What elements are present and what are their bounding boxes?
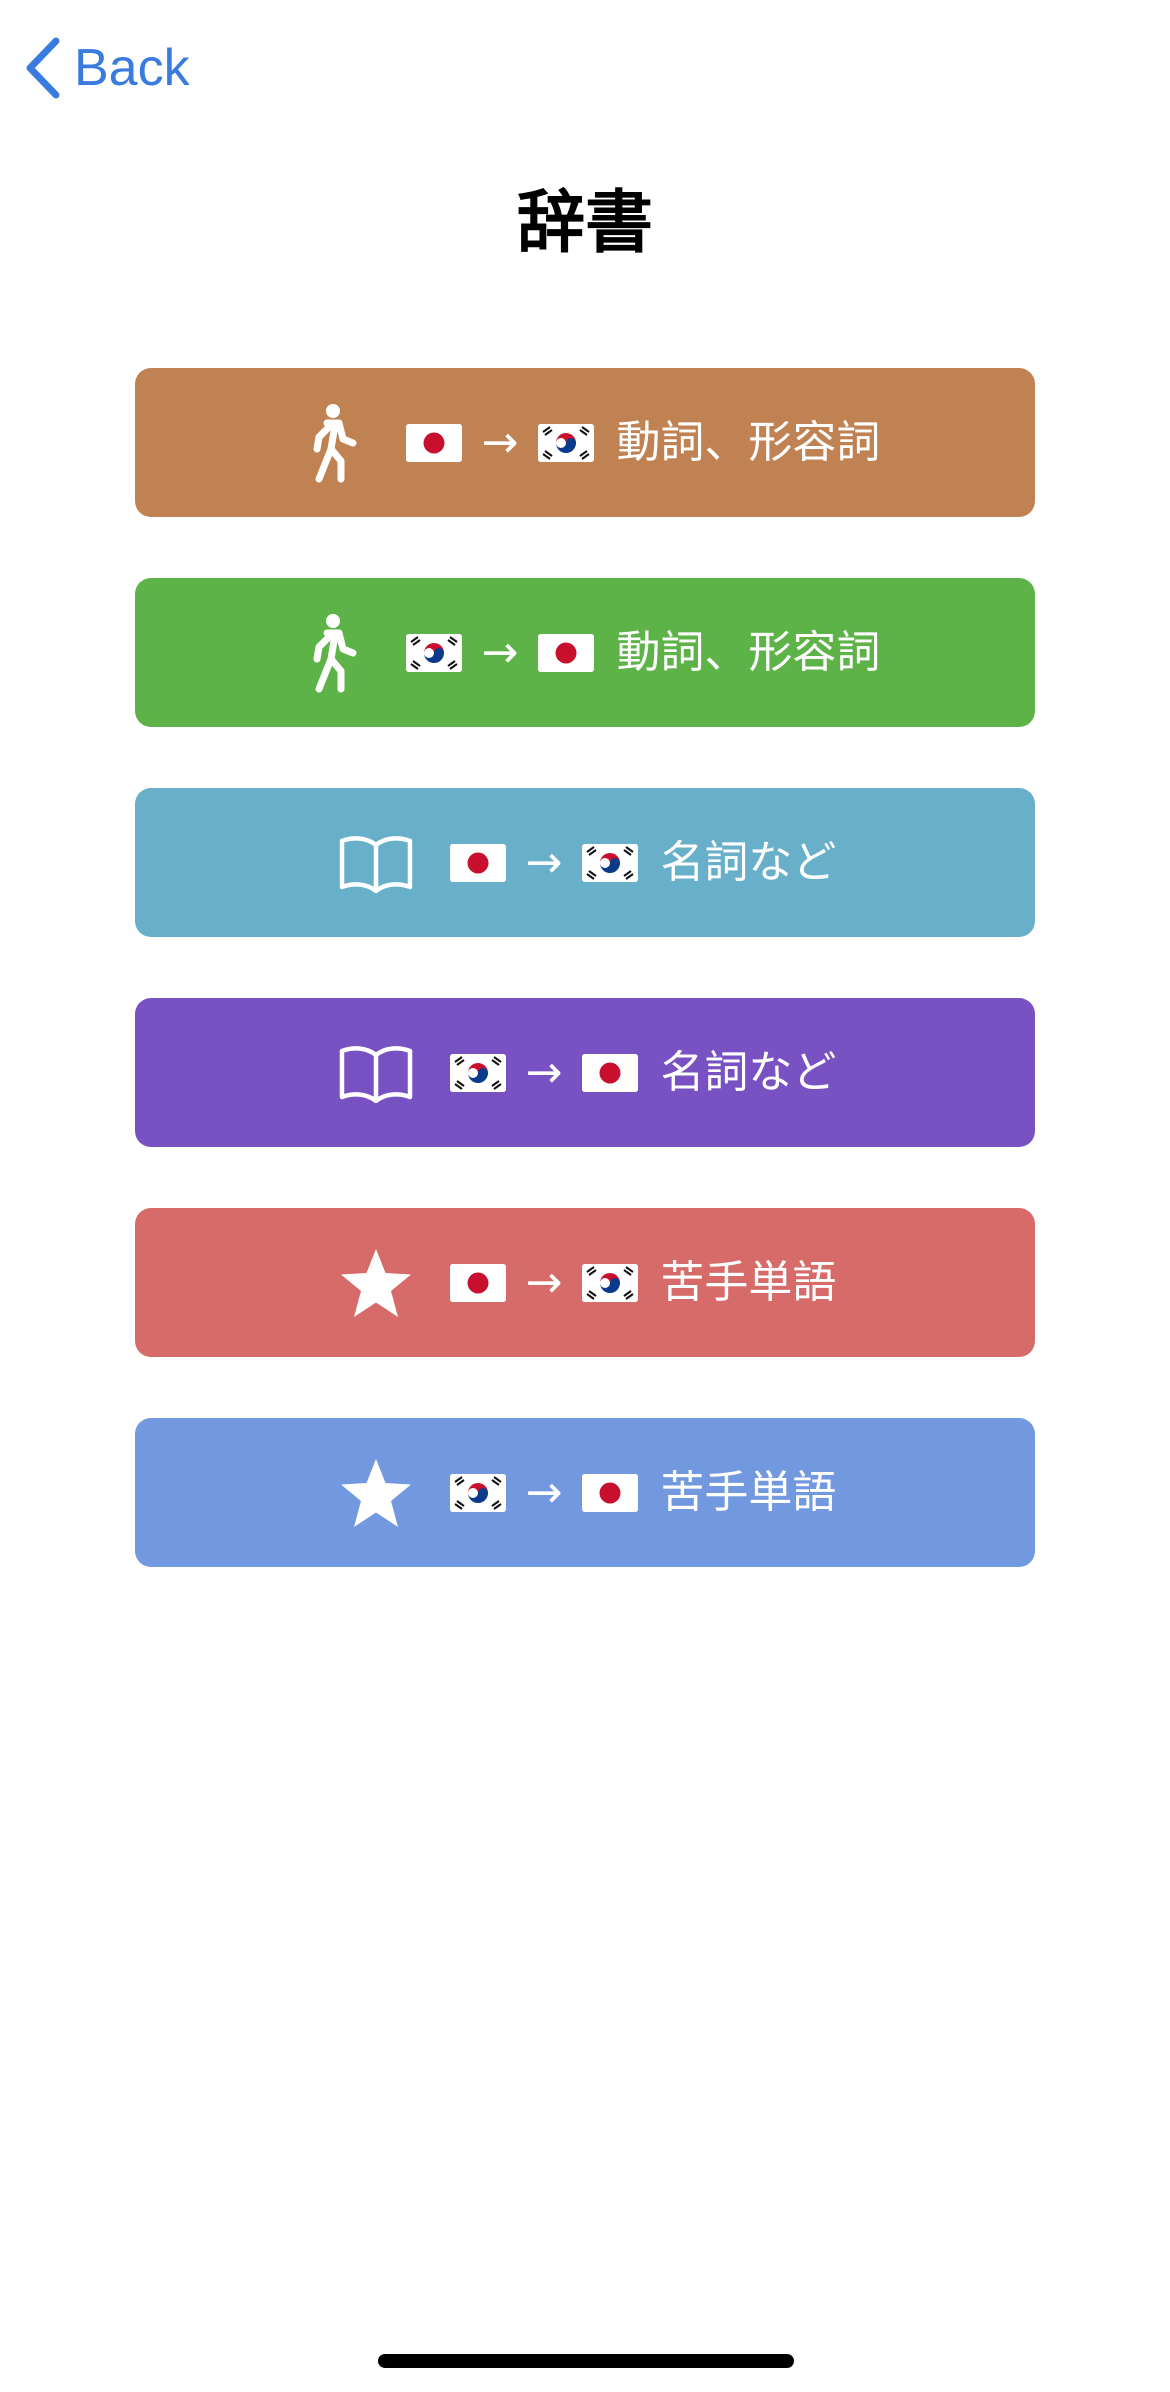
arrow-right-icon: →	[525, 1046, 563, 1098]
arrow-right-icon: →	[525, 836, 563, 888]
arrow-right-icon: →	[481, 416, 519, 468]
japan-flag-icon	[582, 1053, 639, 1092]
korea-flag-icon	[582, 1263, 639, 1302]
menu-item-label: 動詞、形容詞	[616, 626, 881, 678]
japan-flag-icon	[582, 1473, 639, 1512]
japan-flag-icon	[449, 1263, 506, 1302]
japan-flag-icon	[538, 633, 595, 672]
menu-item-label: 名詞など	[660, 1046, 837, 1098]
dictionary-menu-button[interactable]: → 名詞など	[135, 998, 1035, 1147]
arrow-right-icon: →	[525, 1466, 563, 1518]
chevron-left-icon	[24, 37, 62, 99]
walking-person-icon	[290, 401, 374, 485]
menu-item-label: 苦手単語	[660, 1256, 837, 1308]
korea-flag-icon	[449, 1053, 506, 1092]
japan-flag-icon	[449, 843, 506, 882]
walking-person-icon	[290, 611, 374, 695]
korea-flag-icon	[538, 423, 595, 462]
menu-item-label: 名詞など	[660, 836, 837, 888]
dictionary-menu-button[interactable]: → 名詞など	[135, 788, 1035, 937]
dictionary-menu-button[interactable]: → 苦手単語	[135, 1208, 1035, 1357]
japan-flag-icon	[405, 423, 462, 462]
star-icon	[334, 1241, 418, 1325]
back-button[interactable]: Back	[24, 30, 190, 106]
menu-item-label: 苦手単語	[660, 1466, 837, 1518]
korea-flag-icon	[582, 843, 639, 882]
open-book-icon	[334, 821, 418, 905]
korea-flag-icon	[449, 1473, 506, 1512]
dictionary-menu-button[interactable]: → 動詞、形容詞	[135, 578, 1035, 727]
open-book-icon	[334, 1031, 418, 1115]
korea-flag-icon	[405, 633, 462, 672]
dictionary-menu-button[interactable]: → 苦手単語	[135, 1418, 1035, 1567]
dictionary-menu-button[interactable]: → 動詞、形容詞	[135, 368, 1035, 517]
star-icon	[334, 1451, 418, 1535]
home-indicator[interactable]	[378, 2354, 794, 2368]
arrow-right-icon: →	[525, 1256, 563, 1308]
back-label: Back	[74, 39, 190, 97]
arrow-right-icon: →	[481, 626, 519, 678]
page-title: 辞書	[516, 184, 653, 263]
menu-list: → 動詞、形容詞 → 動詞、形容詞 → 名詞など → 名詞など → 苦手単語 → 苦手単語	[135, 368, 1035, 1567]
menu-item-label: 動詞、形容詞	[616, 416, 881, 468]
